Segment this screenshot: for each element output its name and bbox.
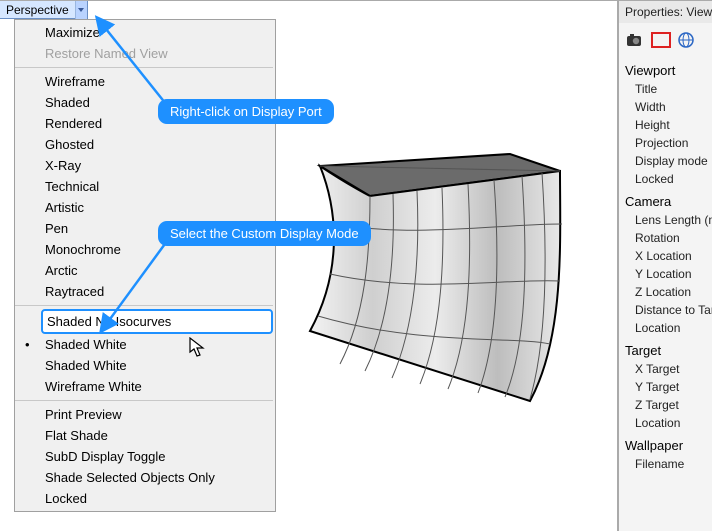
menu-item-arctic[interactable]: Arctic	[41, 260, 273, 281]
menu-item-print-preview[interactable]: Print Preview	[41, 404, 273, 425]
props-row-height[interactable]: Height	[619, 116, 712, 134]
viewport-title-tab[interactable]: Perspective	[0, 1, 88, 19]
props-section-viewport: Viewport	[619, 57, 712, 80]
menu-item-flat-shade[interactable]: Flat Shade	[41, 425, 273, 446]
menu-item-maximize[interactable]: Maximize	[41, 22, 273, 43]
props-row-title[interactable]: Title	[619, 80, 712, 98]
menu-item-shaded-white-2[interactable]: Shaded White	[41, 355, 273, 376]
props-row-rotation[interactable]: Rotation	[619, 229, 712, 247]
menu-item-technical[interactable]: Technical	[41, 176, 273, 197]
menu-item-shaded-no-isocurves[interactable]: Shaded No Isocurves	[41, 309, 273, 334]
menu-item-ghosted[interactable]: Ghosted	[41, 134, 273, 155]
viewport-title-label: Perspective	[0, 3, 75, 17]
props-row-display-mode[interactable]: Display mode	[619, 152, 712, 170]
menu-item-wireframe[interactable]: Wireframe	[41, 71, 273, 92]
callout-select-display-mode: Select the Custom Display Mode	[158, 221, 371, 246]
properties-tab-icons	[619, 23, 712, 57]
props-row-distance-to-target[interactable]: Distance to Target	[619, 301, 712, 319]
menu-separator	[15, 400, 273, 401]
menu-item-artistic[interactable]: Artistic	[41, 197, 273, 218]
props-row-z-location[interactable]: Z Location	[619, 283, 712, 301]
viewport-area[interactable]: Perspective	[0, 0, 618, 531]
viewport-icon[interactable]	[651, 32, 671, 48]
props-section-wallpaper: Wallpaper	[619, 432, 712, 455]
menu-item-shaded-white[interactable]: Shaded White	[41, 334, 273, 355]
menu-item-locked[interactable]: Locked	[41, 488, 273, 509]
props-row-camera-location[interactable]: Location	[619, 319, 712, 337]
props-row-filename[interactable]: Filename	[619, 455, 712, 473]
callout-right-click: Right-click on Display Port	[158, 99, 334, 124]
props-row-y-location[interactable]: Y Location	[619, 265, 712, 283]
props-row-target-location[interactable]: Location	[619, 414, 712, 432]
props-row-lens-length[interactable]: Lens Length (mm)	[619, 211, 712, 229]
menu-item-xray[interactable]: X-Ray	[41, 155, 273, 176]
props-row-width[interactable]: Width	[619, 98, 712, 116]
viewport-tab-dropdown-arrow[interactable]	[75, 1, 87, 19]
menu-separator	[15, 67, 273, 68]
cursor-pointer-icon	[189, 337, 207, 364]
props-row-z-target[interactable]: Z Target	[619, 396, 712, 414]
viewport-context-menu: Maximize Restore Named View Wireframe Sh…	[14, 19, 276, 512]
props-row-x-location[interactable]: X Location	[619, 247, 712, 265]
props-row-locked[interactable]: Locked	[619, 170, 712, 188]
props-section-camera: Camera	[619, 188, 712, 211]
properties-panel-title: Properties: Viewport	[619, 1, 712, 23]
properties-panel: Properties: Viewport Viewport Title Widt…	[618, 0, 712, 531]
props-row-y-target[interactable]: Y Target	[619, 378, 712, 396]
menu-separator	[15, 305, 273, 306]
menu-item-wireframe-white[interactable]: Wireframe White	[41, 376, 273, 397]
props-row-x-target[interactable]: X Target	[619, 360, 712, 378]
camera-icon[interactable]	[625, 32, 645, 48]
menu-item-subd-display-toggle[interactable]: SubD Display Toggle	[41, 446, 273, 467]
globe-icon[interactable]	[677, 31, 695, 49]
surface-preview	[280, 146, 590, 411]
menu-item-restore-named-view: Restore Named View	[41, 43, 273, 64]
menu-item-shade-selected-only[interactable]: Shade Selected Objects Only	[41, 467, 273, 488]
props-row-projection[interactable]: Projection	[619, 134, 712, 152]
menu-item-raytraced[interactable]: Raytraced	[41, 281, 273, 302]
props-section-target: Target	[619, 337, 712, 360]
